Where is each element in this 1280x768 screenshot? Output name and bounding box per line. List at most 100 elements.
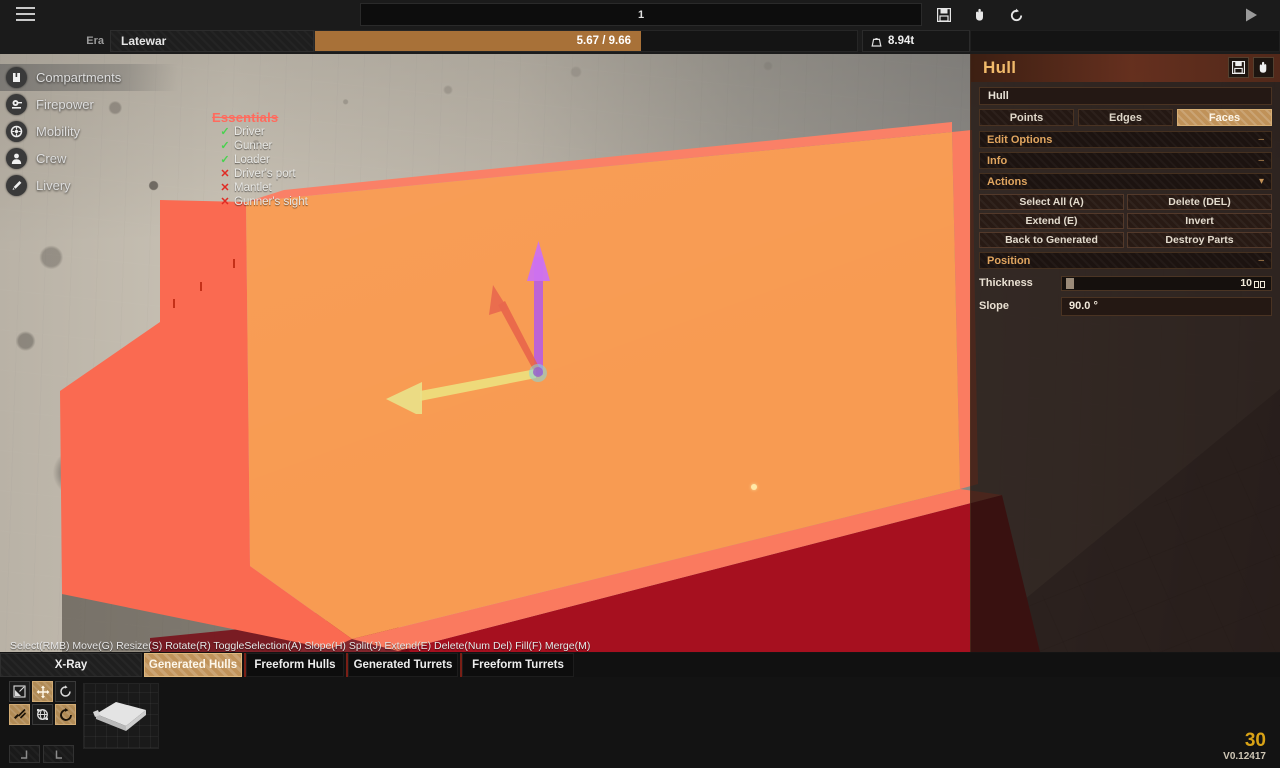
vertex-marker[interactable] bbox=[173, 299, 175, 308]
essentials-item-label: Gunner's sight bbox=[234, 196, 308, 208]
hamburger-menu-icon[interactable] bbox=[16, 7, 35, 22]
sidebar-item-crew[interactable]: Crew bbox=[0, 145, 178, 172]
era-value-field[interactable]: Latewar bbox=[110, 30, 314, 52]
section-header-info[interactable]: Info – bbox=[979, 152, 1272, 169]
action-button-extend-e[interactable]: Extend (E) bbox=[979, 213, 1124, 229]
mirror-button-row bbox=[9, 745, 74, 763]
essentials-item-label: Loader bbox=[234, 154, 270, 166]
gizmo-axis-z bbox=[489, 285, 540, 373]
sidebar-item-label: Crew bbox=[36, 151, 67, 166]
app-root: Essentials ✓ Driver ✓ Gunner ✓ Loader ✕ Driver'… bbox=[0, 0, 1280, 768]
play-icon[interactable] bbox=[1240, 5, 1262, 25]
gizmo-axis-x bbox=[386, 369, 536, 417]
turret-icon bbox=[6, 94, 27, 115]
mode-points[interactable]: Points bbox=[979, 109, 1074, 126]
section-label: Position bbox=[987, 254, 1031, 267]
thickness-number: 10 bbox=[1240, 276, 1252, 289]
action-button-back-to-generated[interactable]: Back to Generated bbox=[979, 232, 1124, 248]
thickness-value: 10 bbox=[1240, 277, 1267, 290]
essentials-item-label: Mantlet bbox=[234, 182, 272, 194]
person-icon bbox=[6, 148, 27, 169]
sidebar-item-label: Firepower bbox=[36, 97, 94, 112]
snap-tool-icon[interactable] bbox=[9, 704, 30, 725]
hand-icon[interactable] bbox=[970, 5, 990, 25]
vertex-marker[interactable] bbox=[233, 259, 235, 268]
section-header-position[interactable]: Position – bbox=[979, 252, 1272, 269]
object-name-field[interactable]: Hull bbox=[979, 87, 1272, 105]
status-line: Select(RMB) Move(G) Resize(S) Rotate(R) … bbox=[10, 640, 591, 652]
slope-label: Slope bbox=[979, 300, 1009, 312]
essentials-item: ✓ Driver bbox=[212, 125, 352, 139]
slope-row: Slope 90.0 ° bbox=[979, 296, 1272, 316]
vertex-marker[interactable] bbox=[200, 282, 202, 291]
essentials-item: ✕ Mantlet bbox=[212, 181, 352, 195]
thickness-slider-handle[interactable] bbox=[1066, 277, 1075, 289]
global-local-tool-icon[interactable] bbox=[32, 704, 53, 725]
collapsed-sections: Edit Options – Info – Actions ▾ bbox=[979, 131, 1272, 190]
section-label: Actions bbox=[987, 175, 1028, 188]
era-label: Era bbox=[86, 35, 104, 47]
tab-x-ray[interactable]: X-Ray bbox=[0, 653, 142, 677]
sidebar-item-livery[interactable]: Livery bbox=[0, 172, 178, 199]
cost-bar-value: 5.67 / 9.66 bbox=[315, 31, 641, 51]
sidebar-item-compartments[interactable]: Compartments bbox=[0, 64, 178, 91]
mode-segmented-control: Points Edges Faces bbox=[979, 109, 1272, 126]
weight-readout: 8.94t bbox=[862, 30, 970, 52]
vehicle-name-input[interactable]: 1 bbox=[360, 3, 922, 26]
mode-faces[interactable]: Faces bbox=[1177, 109, 1272, 126]
cross-icon: ✕ bbox=[220, 182, 230, 194]
save-icon[interactable] bbox=[934, 5, 954, 25]
wheel-icon bbox=[6, 121, 27, 142]
sidebar-item-label: Compartments bbox=[36, 70, 122, 85]
essentials-item-label: Driver's port bbox=[234, 168, 296, 180]
action-button-invert[interactable]: Invert bbox=[1127, 213, 1272, 229]
scale-tool-icon[interactable] bbox=[9, 681, 30, 702]
action-button-delete-del[interactable]: Delete (DEL) bbox=[1127, 194, 1272, 210]
essentials-title: Essentials bbox=[212, 110, 279, 125]
hull-thumbnail[interactable] bbox=[83, 683, 159, 749]
thickness-slider[interactable]: 10 bbox=[1061, 275, 1272, 291]
sidebar-item-firepower[interactable]: Firepower bbox=[0, 91, 178, 118]
section-label: Edit Options bbox=[987, 133, 1053, 146]
essentials-overlay: Essentials ✓ Driver ✓ Gunner ✓ Loader ✕ Driver'… bbox=[212, 110, 352, 209]
tab-generated-turrets[interactable]: Generated Turrets bbox=[348, 653, 458, 677]
right-panel: Hull Hull Points Edges Faces Edit Option… bbox=[970, 54, 1280, 652]
check-icon: ✓ bbox=[220, 154, 230, 166]
slope-input[interactable]: 90.0 ° bbox=[1061, 296, 1272, 316]
essentials-list: ✓ Driver ✓ Gunner ✓ Loader ✕ Driver's port ✕ Mant… bbox=[212, 125, 352, 209]
reload-icon[interactable] bbox=[1006, 5, 1026, 25]
essentials-item-label: Driver bbox=[234, 126, 265, 138]
check-icon: ✓ bbox=[220, 126, 230, 138]
tab-freeform-hulls[interactable]: Freeform Hulls bbox=[246, 653, 344, 677]
check-icon: ✓ bbox=[220, 140, 230, 152]
brush-icon bbox=[6, 175, 27, 196]
thickness-row: Thickness 10 bbox=[979, 273, 1272, 293]
section-header-actions[interactable]: Actions ▾ bbox=[979, 173, 1272, 190]
version-label: V0.12417 bbox=[1223, 751, 1266, 762]
tab-freeform-turrets[interactable]: Freeform Turrets bbox=[462, 653, 574, 677]
mode-edges[interactable]: Edges bbox=[1078, 109, 1173, 126]
cross-icon: ✕ bbox=[220, 168, 230, 180]
collapse-icon: ▾ bbox=[1258, 176, 1264, 187]
sidebar-item-mobility[interactable]: Mobility bbox=[0, 118, 178, 145]
move-tool-icon[interactable] bbox=[32, 681, 53, 702]
collapse-icon: – bbox=[1258, 155, 1264, 166]
hand-icon[interactable] bbox=[1253, 57, 1274, 78]
essentials-item: ✕ Driver's port bbox=[212, 167, 352, 181]
mirror-left-icon[interactable] bbox=[9, 745, 40, 763]
transform-gizmo[interactable] bbox=[380, 239, 580, 417]
weight-icon bbox=[871, 37, 882, 47]
rotate-tool-icon[interactable] bbox=[55, 681, 76, 702]
right-panel-header: Hull bbox=[971, 54, 1280, 82]
millimeter-icon bbox=[1254, 279, 1267, 288]
section-header-edit-options[interactable]: Edit Options – bbox=[979, 131, 1272, 148]
save-icon[interactable] bbox=[1228, 57, 1249, 78]
action-button-select-all-a[interactable]: Select All (A) bbox=[979, 194, 1124, 210]
orbit-tool-icon[interactable] bbox=[55, 704, 76, 725]
mirror-right-icon[interactable] bbox=[43, 745, 74, 763]
bottom-tab-bar: X-Ray Generated Hulls Freeform Hulls Genera… bbox=[0, 653, 1280, 677]
tab-generated-hulls[interactable]: Generated Hulls bbox=[144, 653, 242, 677]
action-button-destroy-parts[interactable]: Destroy Parts bbox=[1127, 232, 1272, 248]
collapse-icon: – bbox=[1258, 134, 1264, 145]
page-title: Hull bbox=[983, 58, 1017, 77]
